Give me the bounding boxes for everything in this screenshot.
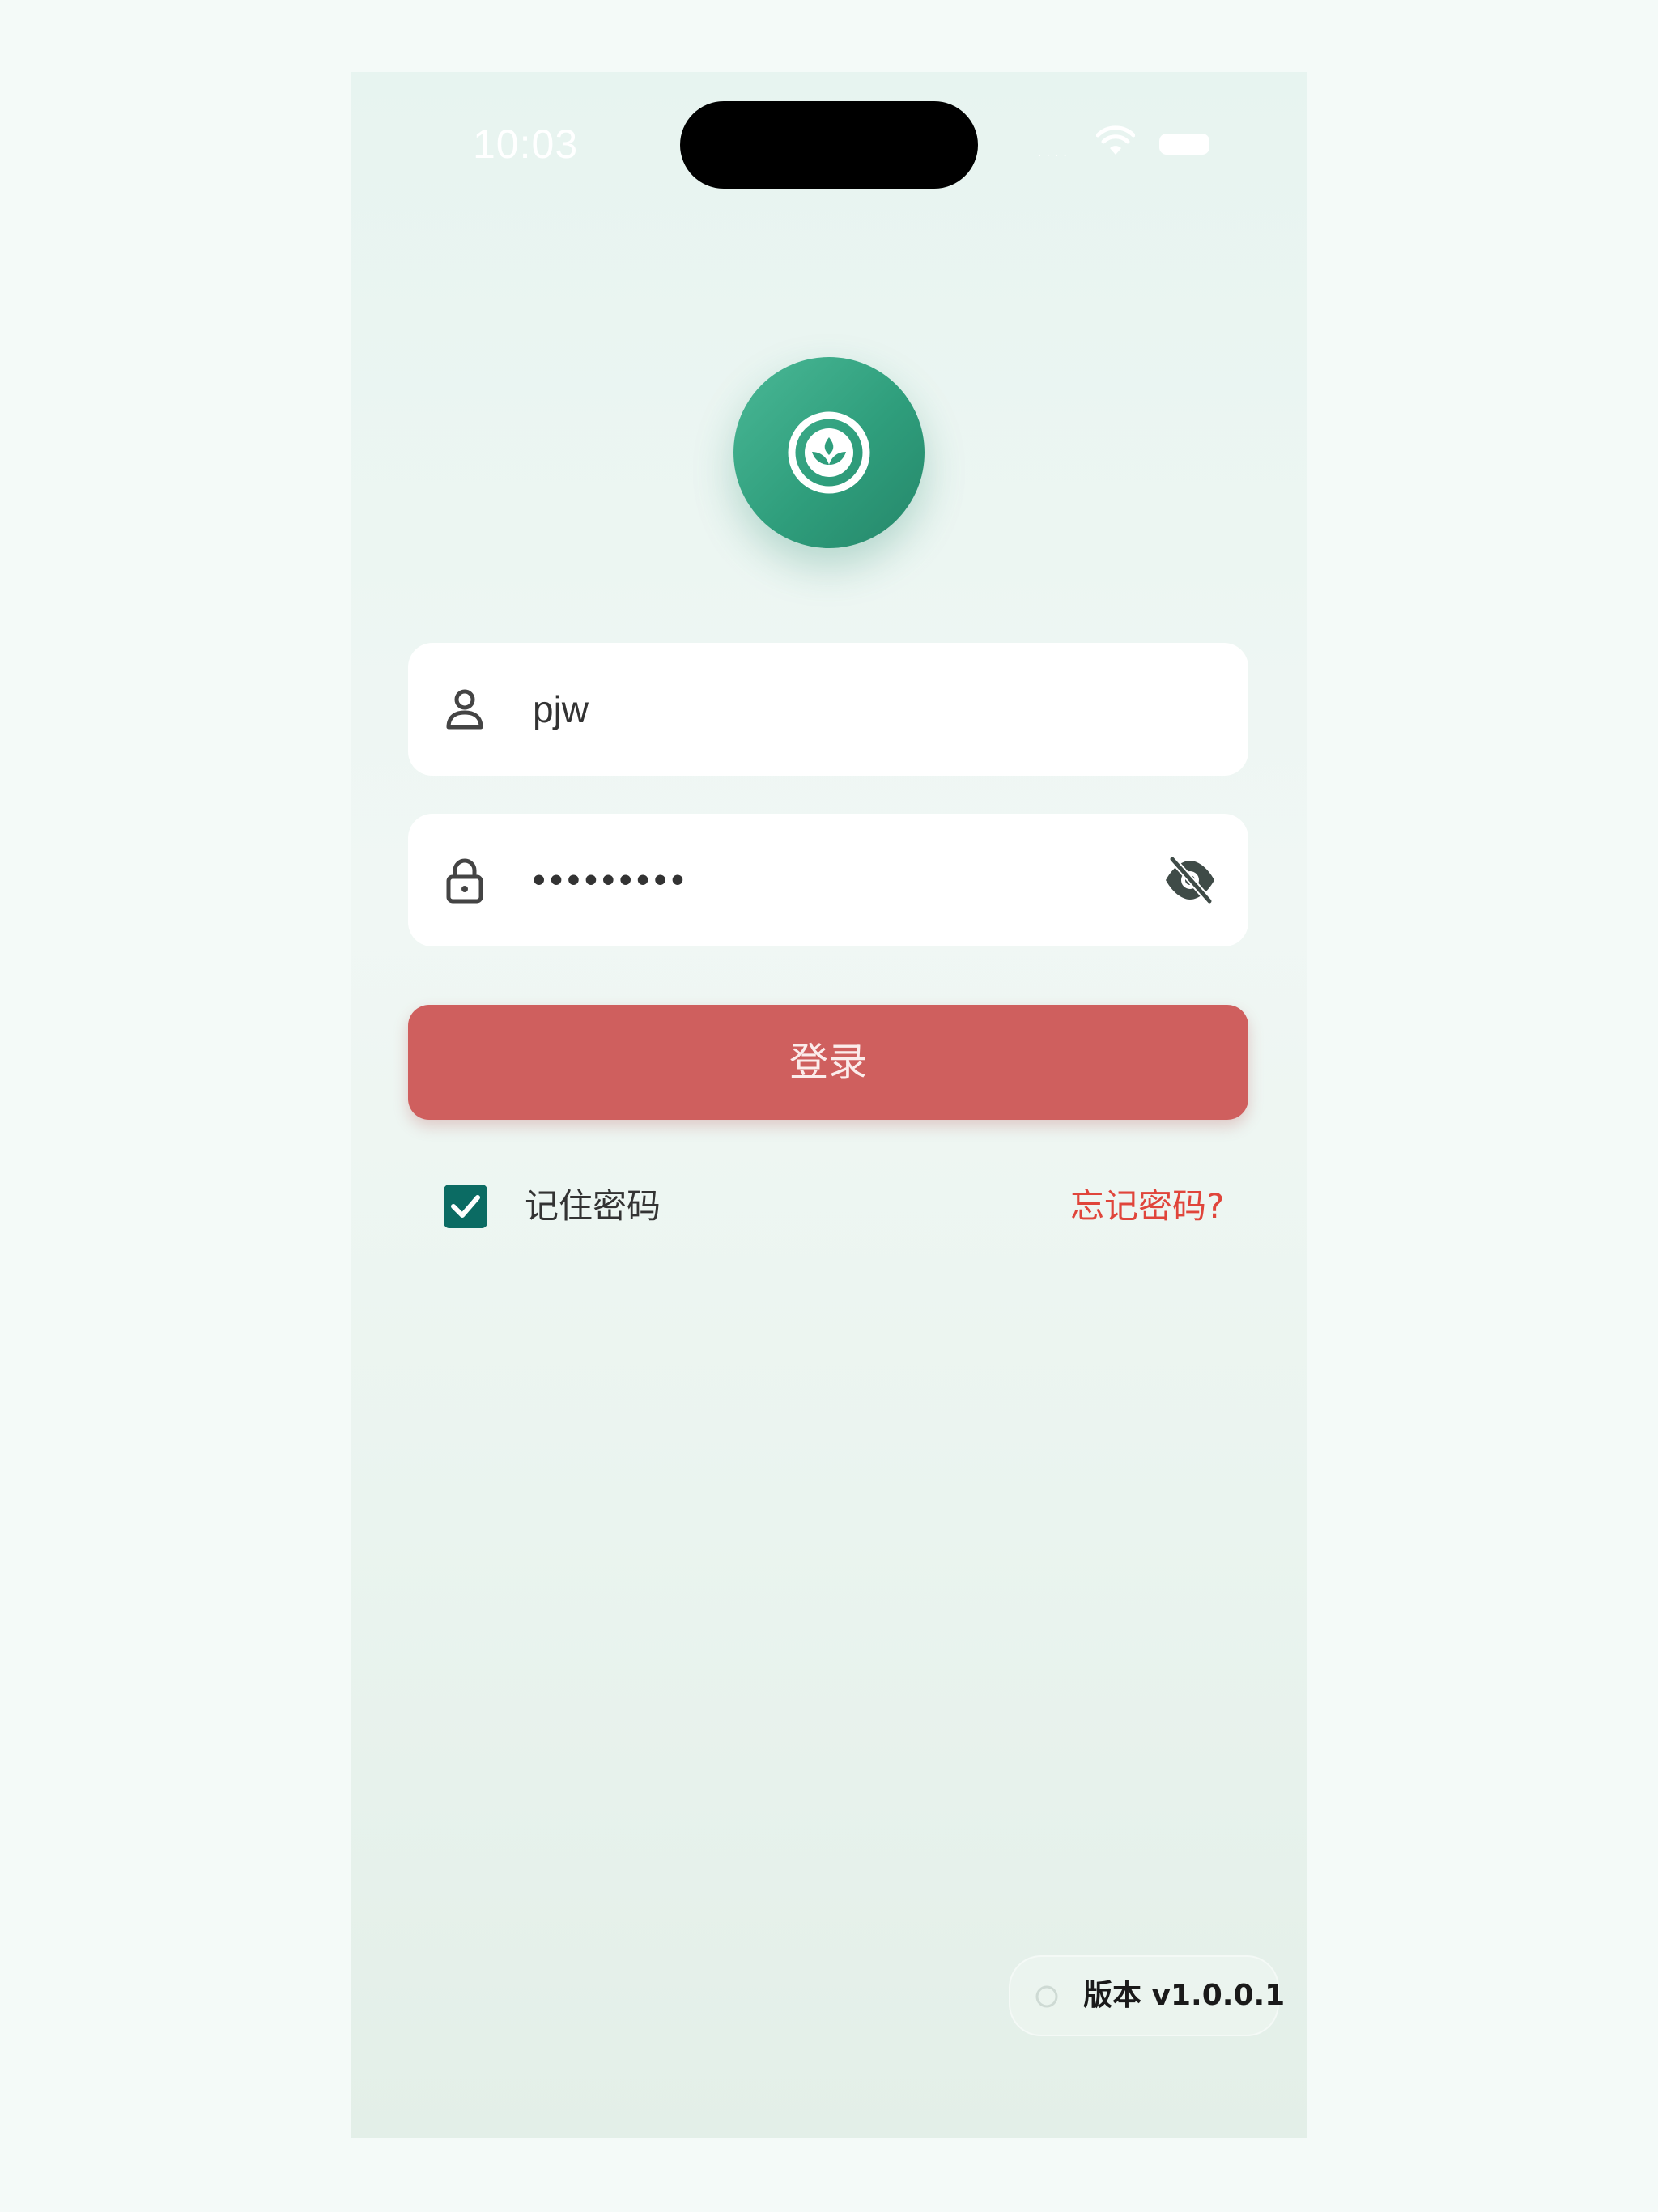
info-icon — [1035, 1985, 1058, 2008]
leaf-circle-icon — [788, 411, 870, 494]
username-field[interactable]: pjw — [408, 643, 1248, 776]
version-label: 版本 v1.0.0.1 — [1083, 1979, 1286, 2012]
cellular-signal-icon: ···· — [1038, 150, 1072, 163]
app-logo — [733, 357, 925, 548]
version-badge: 版本 v1.0.0.1 — [1009, 1955, 1285, 2036]
password-value[interactable]: ••••••••• — [533, 814, 689, 946]
eye-slash-icon[interactable] — [1163, 854, 1218, 906]
forgot-password-link[interactable]: 忘记密码? — [1070, 1181, 1224, 1231]
user-icon — [446, 689, 483, 730]
battery-icon — [1159, 134, 1209, 155]
dynamic-island — [680, 101, 978, 189]
status-time: 10:03 — [473, 121, 579, 167]
lock-icon — [446, 858, 483, 904]
wifi-icon — [1096, 125, 1135, 155]
checkmark-icon — [451, 1195, 480, 1218]
remember-label[interactable]: 记住密码 — [525, 1181, 661, 1231]
phone-screen: 10:03 ···· pjw ••••••••• 登录 记住密码 忘记密码? 版… — [351, 72, 1307, 2138]
login-button[interactable]: 登录 — [408, 1005, 1248, 1120]
password-field[interactable]: ••••••••• — [408, 814, 1248, 946]
remember-checkbox[interactable] — [444, 1185, 487, 1228]
username-value[interactable]: pjw — [533, 643, 589, 776]
